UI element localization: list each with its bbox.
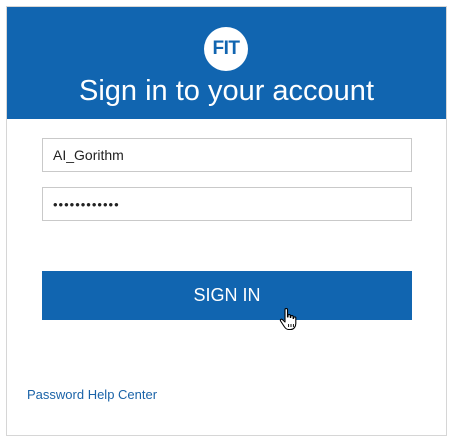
signin-card: FIT Sign in to your account AI_Gorithm •… (6, 6, 447, 436)
sign-in-label: SIGN IN (193, 285, 261, 305)
password-value: •••••••••••• (53, 196, 120, 212)
password-help-link[interactable]: Password Help Center (27, 387, 157, 402)
password-input[interactable]: •••••••••••• (42, 187, 412, 221)
sign-in-button[interactable]: SIGN IN (42, 271, 412, 320)
page-title: Sign in to your account (78, 75, 374, 107)
username-input[interactable]: AI_Gorithm (42, 138, 412, 172)
fit-logo: FIT (204, 27, 248, 71)
hand-pointer-icon (279, 307, 297, 331)
username-value: AI_Gorithm (53, 147, 124, 163)
signin-header: FIT Sign in to your account (7, 7, 446, 119)
logo-text: FIT (212, 38, 241, 59)
